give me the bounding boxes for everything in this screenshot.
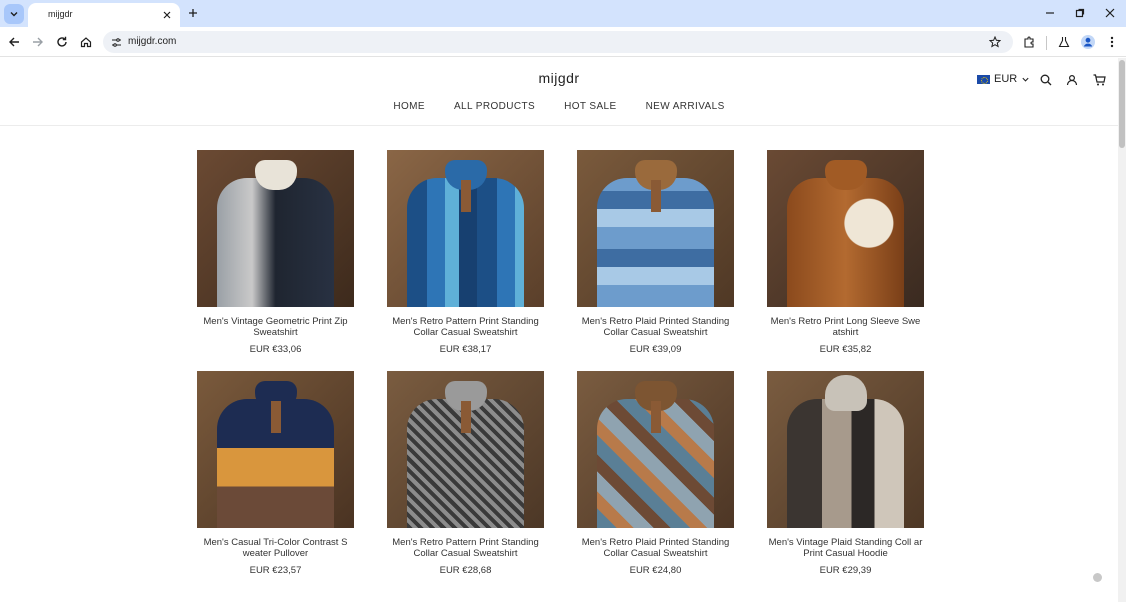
product-name[interactable]: Men's Retro Plaid Printed Standing Colla… [577,316,734,338]
home-button[interactable] [78,34,94,50]
product-price: EUR €38,17 [439,344,492,355]
avatar-icon [1081,35,1095,49]
page-scrollbar[interactable] [1118,58,1126,602]
product-card[interactable]: Men's Vintage Plaid Standing Coll ar Pri… [767,371,924,576]
product-name[interactable]: Men's Vintage Geometric Print Zip Sweats… [197,316,354,338]
restore-icon [1075,8,1085,18]
browser-tab[interactable]: mijgdr [28,3,180,27]
product-price: EUR €39,09 [629,344,682,355]
url-text: mijgdr.com [128,36,177,47]
product-name[interactable]: Men's Casual Tri-Color Contrast S weater… [197,537,354,559]
page-viewport: mijgdr EUR HOME ALL PRODUCTS HOT SALE NE… [0,58,1118,602]
product-card[interactable]: Men's Vintage Geometric Print Zip Sweats… [197,150,354,355]
close-window-button[interactable] [1102,5,1118,21]
product-image[interactable] [577,371,734,528]
home-icon [80,37,92,48]
reload-icon [57,36,67,47]
restore-button[interactable] [1072,5,1088,21]
product-card[interactable]: Men's Retro Pattern Print Standing Colla… [387,150,544,355]
chat-widget-icon[interactable] [1093,573,1102,582]
menu-button[interactable] [1104,34,1120,50]
product-card[interactable]: Men's Retro Pattern Print Standing Colla… [387,371,544,576]
close-icon [1105,8,1115,18]
site-logo[interactable]: mijgdr [0,70,1118,86]
eu-flag-icon [977,74,990,84]
toolbar-separator [1046,36,1047,50]
product-image[interactable] [767,371,924,528]
address-bar[interactable]: mijgdr.com [103,31,1013,53]
tab-title: mijgdr [48,9,73,19]
product-card[interactable]: Men's Retro Print Long Sleeve Swe atshir… [767,150,924,355]
user-icon [1066,74,1078,86]
product-image[interactable] [387,150,544,307]
flask-icon [1058,37,1070,48]
site-header: mijgdr EUR HOME ALL PRODUCTS HOT SALE NE… [0,58,1118,126]
extensions-button[interactable] [1021,34,1037,50]
product-name[interactable]: Men's Retro Pattern Print Standing Colla… [387,537,544,559]
plus-icon [189,9,197,17]
product-name[interactable]: Men's Retro Plaid Printed Standing Colla… [577,537,734,559]
currency-label: EUR [994,73,1018,85]
forward-button[interactable] [30,34,46,50]
product-price: EUR €24,80 [629,565,682,576]
product-price: EUR €33,06 [249,344,302,355]
minimize-icon [1046,12,1054,14]
arrow-left-icon [9,37,19,47]
puzzle-icon [1024,36,1034,48]
product-name[interactable]: Men's Vintage Plaid Standing Coll ar Pri… [767,537,924,559]
product-name[interactable]: Men's Retro Pattern Print Standing Colla… [387,316,544,338]
cart-button[interactable] [1092,73,1106,87]
more-vertical-icon [1110,36,1114,48]
nav-home[interactable]: HOME [393,101,425,112]
tab-search-button[interactable] [4,4,24,24]
nav-new-arrivals[interactable]: NEW ARRIVALS [646,101,725,112]
search-icon [1040,74,1052,86]
product-card[interactable]: Men's Casual Tri-Color Contrast S weater… [197,371,354,576]
scrollbar-thumb[interactable] [1119,60,1125,148]
product-grid: Men's Vintage Geometric Print Zip Sweats… [197,150,924,576]
browser-toolbar: mijgdr.com [0,27,1126,57]
close-icon [163,11,171,19]
labs-button[interactable] [1056,34,1072,50]
profile-button[interactable] [1080,34,1096,50]
product-image[interactable] [387,371,544,528]
nav-hot-sale[interactable]: HOT SALE [564,101,616,112]
search-button[interactable] [1039,73,1053,87]
product-card[interactable]: Men's Retro Plaid Printed Standing Colla… [577,371,734,576]
product-price: EUR €35,82 [819,344,872,355]
tab-close-button[interactable] [160,8,174,22]
new-tab-button[interactable] [186,6,200,20]
browser-tabstrip: mijgdr [0,0,1126,27]
minimize-button[interactable] [1042,5,1058,21]
product-price: EUR €28,68 [439,565,492,576]
nav-all-products[interactable]: ALL PRODUCTS [454,101,535,112]
product-image[interactable] [197,371,354,528]
chevron-down-icon [1022,77,1029,82]
product-image[interactable] [767,150,924,307]
currency-selector[interactable]: EUR [977,73,1030,85]
product-price: EUR €29,39 [819,565,872,576]
bookmark-star-icon[interactable] [988,35,1002,49]
product-image[interactable] [197,150,354,307]
back-button[interactable] [6,34,22,50]
product-name[interactable]: Men's Retro Print Long Sleeve Swe atshir… [767,316,924,338]
cart-icon [1093,74,1106,86]
product-image[interactable] [577,150,734,307]
main-nav: HOME ALL PRODUCTS HOT SALE NEW ARRIVALS [0,101,1118,112]
account-button[interactable] [1065,73,1079,87]
site-info-icon[interactable] [109,35,123,49]
arrow-right-icon [33,37,43,47]
product-price: EUR €23,57 [249,565,302,576]
chevron-down-icon [10,12,18,17]
reload-button[interactable] [54,34,70,50]
product-card[interactable]: Men's Retro Plaid Printed Standing Colla… [577,150,734,355]
